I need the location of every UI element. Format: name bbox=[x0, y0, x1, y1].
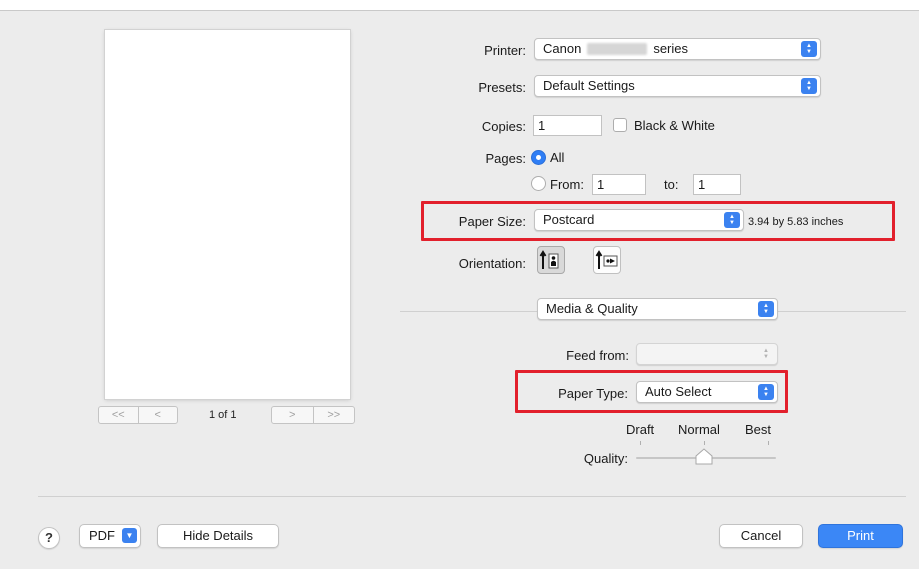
pages-to-label: to: bbox=[664, 177, 679, 192]
copies-field[interactable]: 1 bbox=[533, 115, 602, 136]
orientation-label: Orientation: bbox=[458, 256, 526, 271]
quality-slider-knob[interactable] bbox=[694, 448, 714, 466]
popup-arrows-icon: ▲ ▼ bbox=[724, 212, 740, 228]
first-page-button[interactable]: << bbox=[99, 407, 138, 423]
footer-separator bbox=[38, 496, 906, 497]
paper-type-label: Paper Type: bbox=[558, 386, 628, 401]
feed-from-label: Feed from: bbox=[566, 348, 629, 363]
copies-label: Copies: bbox=[481, 119, 526, 134]
help-button[interactable]: ? bbox=[38, 527, 60, 549]
pages-label: Pages: bbox=[485, 151, 526, 166]
hide-details-button[interactable]: Hide Details bbox=[157, 524, 279, 548]
popup-arrows-icon: ▲ ▼ bbox=[758, 301, 774, 317]
popup-arrows-icon: ▲ ▼ bbox=[801, 78, 817, 94]
presets-popup[interactable]: Default Settings ▲ ▼ bbox=[534, 75, 821, 97]
section-value: Media & Quality bbox=[546, 301, 638, 316]
popup-arrows-icon: ▲ ▼ bbox=[801, 41, 817, 57]
paper-type-value: Auto Select bbox=[645, 384, 712, 399]
popup-arrows-icon: ▲ ▼ bbox=[763, 348, 769, 360]
preview-nav-forward: > >> bbox=[271, 406, 355, 424]
pages-all-label: All bbox=[550, 150, 565, 165]
pages-from-label: From: bbox=[550, 177, 584, 192]
last-page-button[interactable]: >> bbox=[312, 407, 355, 423]
quality-tick-normal: Normal bbox=[678, 422, 720, 437]
popup-arrows-icon: ▲ ▼ bbox=[758, 384, 774, 400]
printer-model-redacted bbox=[587, 43, 648, 55]
section-popup[interactable]: Media & Quality ▲ ▼ bbox=[537, 298, 778, 320]
slider-tick-mark bbox=[704, 441, 705, 445]
slider-tick-mark bbox=[768, 441, 769, 445]
pages-to-field[interactable]: 1 bbox=[693, 174, 741, 195]
portrait-orientation-button[interactable] bbox=[537, 246, 565, 274]
preview-nav-back: << < bbox=[98, 406, 178, 424]
landscape-icon bbox=[595, 250, 618, 269]
feed-from-popup[interactable]: ▲ ▼ bbox=[636, 343, 778, 365]
page-preview bbox=[105, 30, 350, 399]
printer-label: Printer: bbox=[484, 43, 526, 58]
quality-tick-best: Best bbox=[745, 422, 772, 437]
paper-size-label: Paper Size: bbox=[458, 214, 526, 229]
landscape-orientation-button[interactable] bbox=[593, 246, 621, 274]
pdf-label: PDF bbox=[89, 528, 115, 543]
slider-tick-mark bbox=[640, 441, 641, 445]
page-counter: 1 of 1 bbox=[209, 409, 237, 421]
print-button[interactable]: Print bbox=[818, 524, 903, 548]
paper-size-popup[interactable]: Postcard ▲ ▼ bbox=[534, 209, 744, 231]
paper-size-value: Postcard bbox=[543, 212, 595, 227]
printer-name: Canon bbox=[543, 41, 582, 56]
presets-label: Presets: bbox=[478, 80, 526, 95]
portrait-icon bbox=[539, 250, 559, 269]
black-white-label: Black & White bbox=[634, 118, 715, 133]
paper-size-dimensions: 3.94 by 5.83 inches bbox=[748, 216, 844, 228]
chevron-down-icon: ▼ bbox=[122, 528, 137, 543]
black-white-checkbox[interactable] bbox=[613, 118, 627, 132]
quality-tick-draft: Draft bbox=[626, 422, 655, 437]
presets-value: Default Settings bbox=[543, 78, 635, 93]
pages-from-radio[interactable] bbox=[531, 176, 546, 191]
next-page-button[interactable]: > bbox=[272, 407, 313, 423]
previous-page-button[interactable]: < bbox=[137, 407, 178, 423]
printer-series: series bbox=[653, 41, 688, 56]
quality-label: Quality: bbox=[583, 451, 628, 466]
pages-all-radio[interactable] bbox=[531, 150, 546, 165]
paper-type-popup[interactable]: Auto Select ▲ ▼ bbox=[636, 381, 778, 403]
cancel-button[interactable]: Cancel bbox=[719, 524, 803, 548]
pages-from-field[interactable]: 1 bbox=[592, 174, 646, 195]
printer-popup[interactable]: Canon series ▲ ▼ bbox=[534, 38, 821, 60]
